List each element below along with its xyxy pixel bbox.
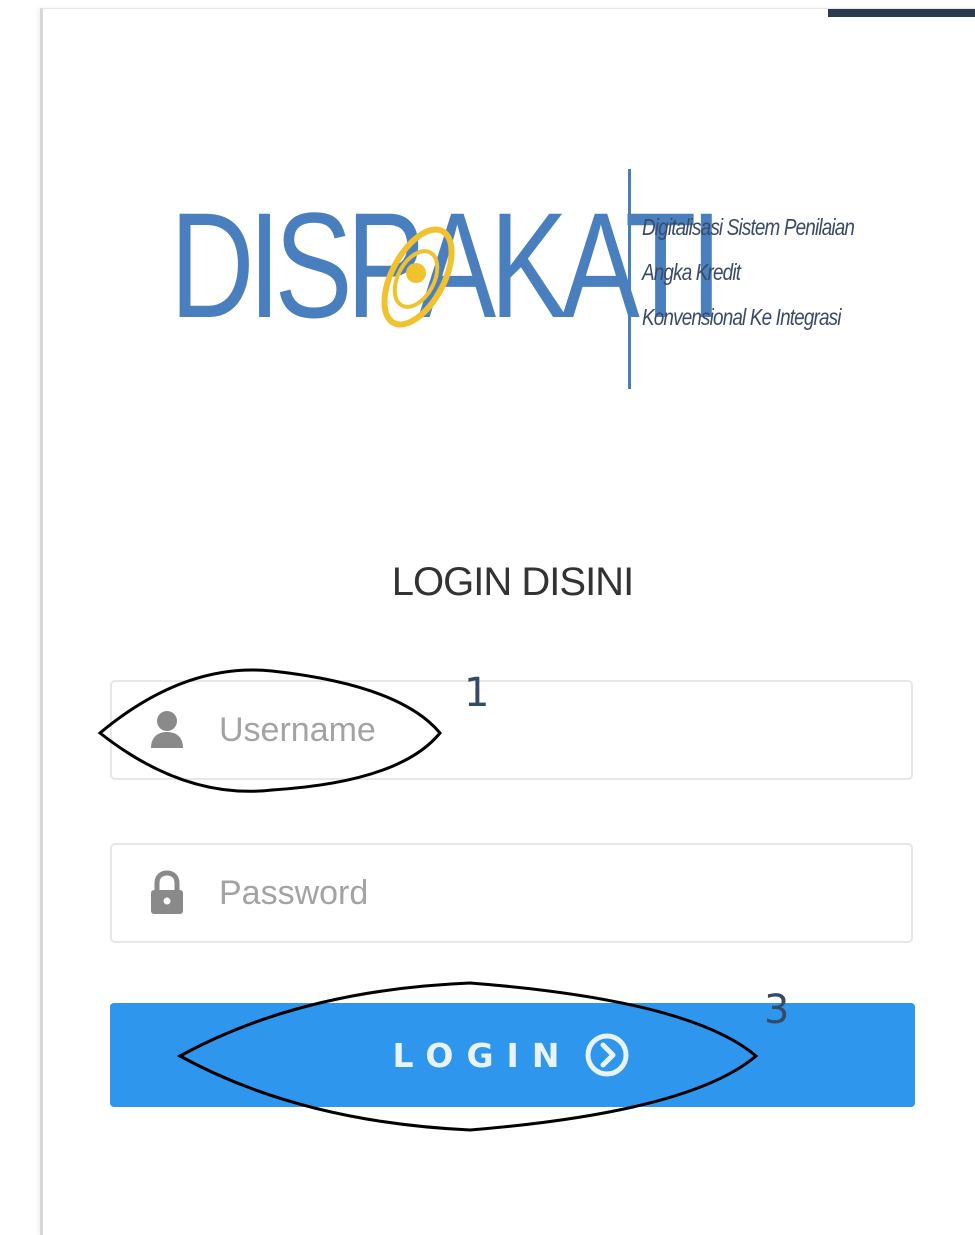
logo-tagline-line: Konvensional Ke Integrasi	[642, 304, 841, 330]
login-heading: LOGIN DISINI	[391, 560, 634, 604]
password-field[interactable]	[110, 843, 913, 943]
username-field[interactable]	[110, 680, 913, 780]
logo-emblem-icon	[381, 226, 455, 328]
user-icon	[147, 708, 187, 752]
logo-tagline: Digitalisasi Sistem Penilaian Angka Kred…	[642, 205, 855, 340]
logo-tagline-line: Digitalisasi Sistem Penilaian	[642, 214, 855, 240]
corner-tab	[828, 9, 975, 17]
login-button-label: LOGIN	[392, 1035, 573, 1075]
username-input[interactable]	[219, 710, 859, 750]
logo-tagline-line: Angka Kredit	[642, 259, 741, 285]
logo-divider	[628, 169, 631, 389]
annotation-label: 1	[464, 670, 490, 716]
annotation-label: 3	[764, 987, 790, 1033]
password-input[interactable]	[219, 873, 859, 913]
login-button[interactable]: LOGIN	[110, 1003, 915, 1107]
lock-icon	[147, 870, 187, 915]
dispakati-logo: DISP A KATI Digitalisasi Sistem Penilaian …	[170, 165, 890, 390]
chevron-circle-right-icon	[582, 1030, 632, 1080]
